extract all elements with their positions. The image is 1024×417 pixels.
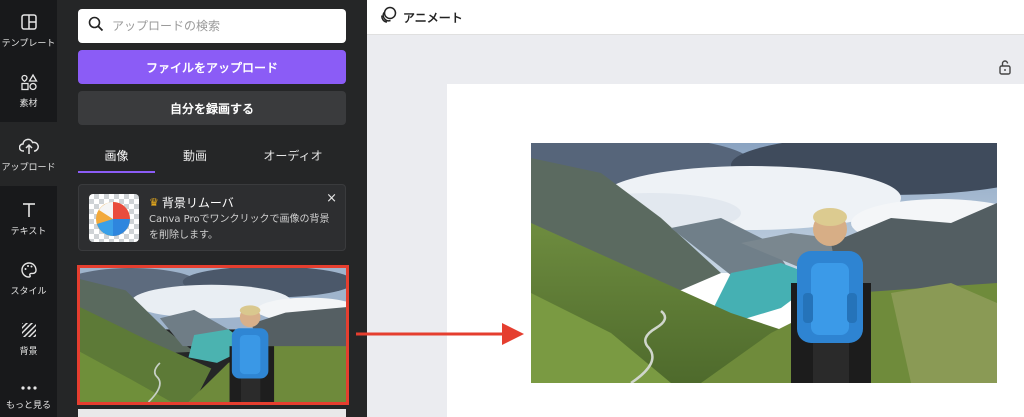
upload-file-button[interactable]: ファイルをアップロード bbox=[78, 50, 346, 84]
hatch-icon bbox=[19, 320, 39, 340]
lock-icon[interactable] bbox=[998, 59, 1012, 79]
mountain-hiker-photo bbox=[531, 143, 997, 383]
next-row-placeholder bbox=[78, 409, 346, 417]
upload-tabs: 画像 動画 オーディオ bbox=[78, 138, 346, 173]
promo-title: ♛ 背景リムーバ bbox=[149, 194, 234, 211]
active-tab-indicator bbox=[78, 171, 155, 173]
design-canvas[interactable] bbox=[447, 84, 1024, 417]
close-icon[interactable]: × bbox=[326, 191, 337, 206]
more-icon bbox=[19, 382, 39, 394]
animate-icon bbox=[379, 6, 397, 28]
sidebar-item-label: スタイル bbox=[10, 286, 47, 297]
canva-editor: テンプレート 素材 アップロード テキスト スタイル 背景 もっと見る アップロ… bbox=[0, 0, 1024, 417]
sidebar-item-background[interactable]: 背景 bbox=[0, 308, 57, 368]
sidebar-item-styles[interactable]: スタイル bbox=[0, 248, 57, 308]
search-input[interactable] bbox=[112, 19, 332, 33]
editor-area: アニメート bbox=[367, 0, 1024, 417]
sidebar-item-label: 背景 bbox=[19, 346, 38, 357]
shapes-icon bbox=[19, 72, 39, 92]
animate-label: アニメート bbox=[403, 10, 463, 25]
sidebar-item-label: テンプレート bbox=[1, 38, 56, 49]
layout-icon bbox=[19, 12, 39, 32]
uploaded-image-thumbnail[interactable] bbox=[77, 265, 349, 405]
background-remover-promo[interactable]: ♛ 背景リムーバ Canva Proでワンクリックで画像の背景を削除します。 × bbox=[78, 184, 346, 251]
sidebar-item-label: テキスト bbox=[10, 226, 47, 237]
canvas-image[interactable] bbox=[531, 143, 997, 383]
tab-images[interactable]: 画像 bbox=[78, 138, 155, 172]
text-icon bbox=[19, 200, 39, 220]
sidebar-item-label: もっと見る bbox=[5, 401, 51, 411]
tab-audio[interactable]: オーディオ bbox=[243, 138, 343, 172]
sidebar-item-label: アップロード bbox=[1, 162, 56, 173]
sidebar-item-elements[interactable]: 素材 bbox=[0, 60, 57, 120]
sidebar-item-uploads[interactable]: アップロード bbox=[0, 122, 57, 186]
tab-videos[interactable]: 動画 bbox=[155, 138, 235, 172]
sidebar-item-more[interactable]: もっと見る bbox=[0, 370, 57, 417]
sidebar-item-label: 素材 bbox=[19, 98, 38, 109]
red-arrow-annotation bbox=[356, 322, 526, 350]
crown-icon: ♛ bbox=[149, 196, 159, 209]
palette-icon bbox=[19, 260, 39, 280]
mountain-hiker-photo bbox=[80, 268, 346, 402]
search-box[interactable] bbox=[78, 9, 346, 43]
editor-toolbar: アニメート bbox=[367, 0, 1024, 35]
promo-thumbnail bbox=[89, 194, 139, 242]
promo-description: Canva Proでワンクリックで画像の背景を削除します。 bbox=[149, 214, 330, 241]
cloud-upload-icon bbox=[18, 136, 39, 156]
promo-title-text: 背景リムーバ bbox=[161, 196, 234, 210]
record-yourself-button[interactable]: 自分を録画する bbox=[78, 91, 346, 125]
sidebar-rail: テンプレート 素材 アップロード テキスト スタイル 背景 もっと見る bbox=[0, 0, 57, 417]
animate-button[interactable]: アニメート bbox=[379, 6, 463, 28]
search-icon bbox=[88, 16, 104, 36]
sidebar-item-text[interactable]: テキスト bbox=[0, 188, 57, 248]
sidebar-item-templates[interactable]: テンプレート bbox=[0, 0, 57, 60]
